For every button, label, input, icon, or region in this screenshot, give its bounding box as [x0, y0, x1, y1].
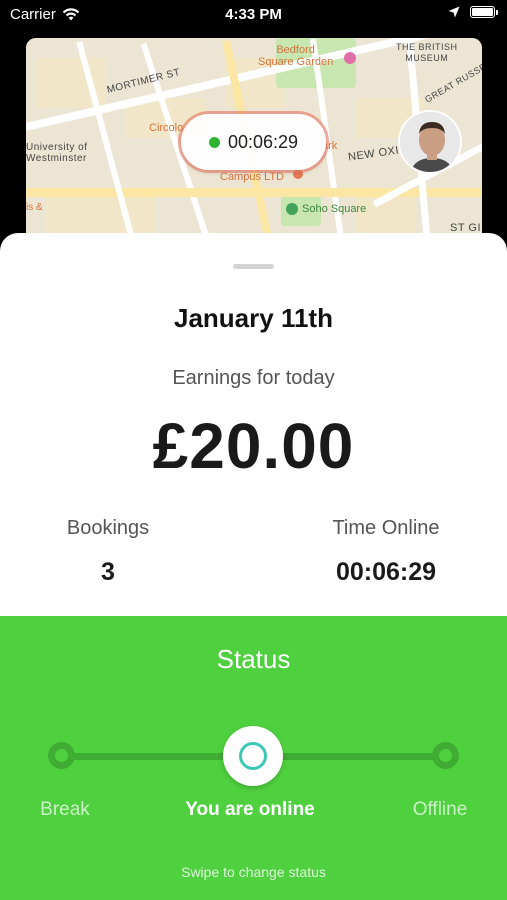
map-label-british-museum: THE BRITISH MUSEUM: [396, 42, 458, 64]
map-label-campus: Campus LTD: [220, 171, 284, 183]
earnings-label: Earnings for today: [172, 367, 335, 389]
status-panel: Status Break You are online Offline Swip…: [0, 616, 507, 900]
date-title: January 11th: [174, 303, 333, 333]
battery-icon: [470, 6, 498, 18]
map-label-circolo: Circolo: [149, 122, 184, 134]
time-online-label: Time Online: [332, 517, 440, 539]
map-label-bedford: Bedford Square Garden: [258, 44, 333, 68]
online-indicator-dot: [208, 136, 220, 148]
bookings-value: 3: [101, 558, 115, 586]
status-bar: Carrier 4:33 PM: [0, 0, 507, 28]
soho-pin-icon: [286, 203, 298, 215]
sheet-drag-handle[interactable]: [233, 264, 274, 269]
swipe-hint: Swipe to change status: [181, 864, 326, 880]
map-label-university-text: University of Westminster: [26, 142, 88, 164]
clock: 4:33 PM: [225, 6, 282, 23]
map-label-is: is &: [26, 202, 43, 213]
status-right: [448, 6, 498, 18]
status-slider-knob[interactable]: [223, 726, 283, 786]
status-title: Status: [216, 644, 291, 674]
location-arrow-icon: [448, 6, 460, 18]
map-label-british-text: THE BRITISH MUSEUM: [396, 42, 458, 63]
online-timer-text: 00:06:29: [227, 131, 299, 152]
online-timer-pill: 00:06:29: [181, 114, 326, 170]
bookings-label: Bookings: [66, 517, 150, 539]
bedford-pin-icon: [344, 52, 356, 64]
driver-avatar[interactable]: [398, 110, 462, 174]
map-label-bedford-text: Bedford Square Garden: [258, 44, 334, 68]
campus-pin-icon: [293, 169, 303, 179]
bookings-stat: Bookings 3: [38, 517, 178, 587]
status-option-offline[interactable]: Offline: [400, 799, 480, 821]
status-option-break[interactable]: Break: [30, 799, 100, 821]
map-label-soho: Soho Square: [302, 203, 367, 215]
status-option-online[interactable]: You are online: [160, 799, 340, 821]
time-online-stat: Time Online 00:06:29: [300, 517, 472, 587]
map-label-university: University of Westminster: [26, 142, 88, 164]
offline-node[interactable]: [432, 742, 459, 769]
break-node[interactable]: [48, 742, 75, 769]
earnings-amount: £20.00: [152, 410, 355, 482]
time-online-value: 00:06:29: [335, 558, 437, 586]
